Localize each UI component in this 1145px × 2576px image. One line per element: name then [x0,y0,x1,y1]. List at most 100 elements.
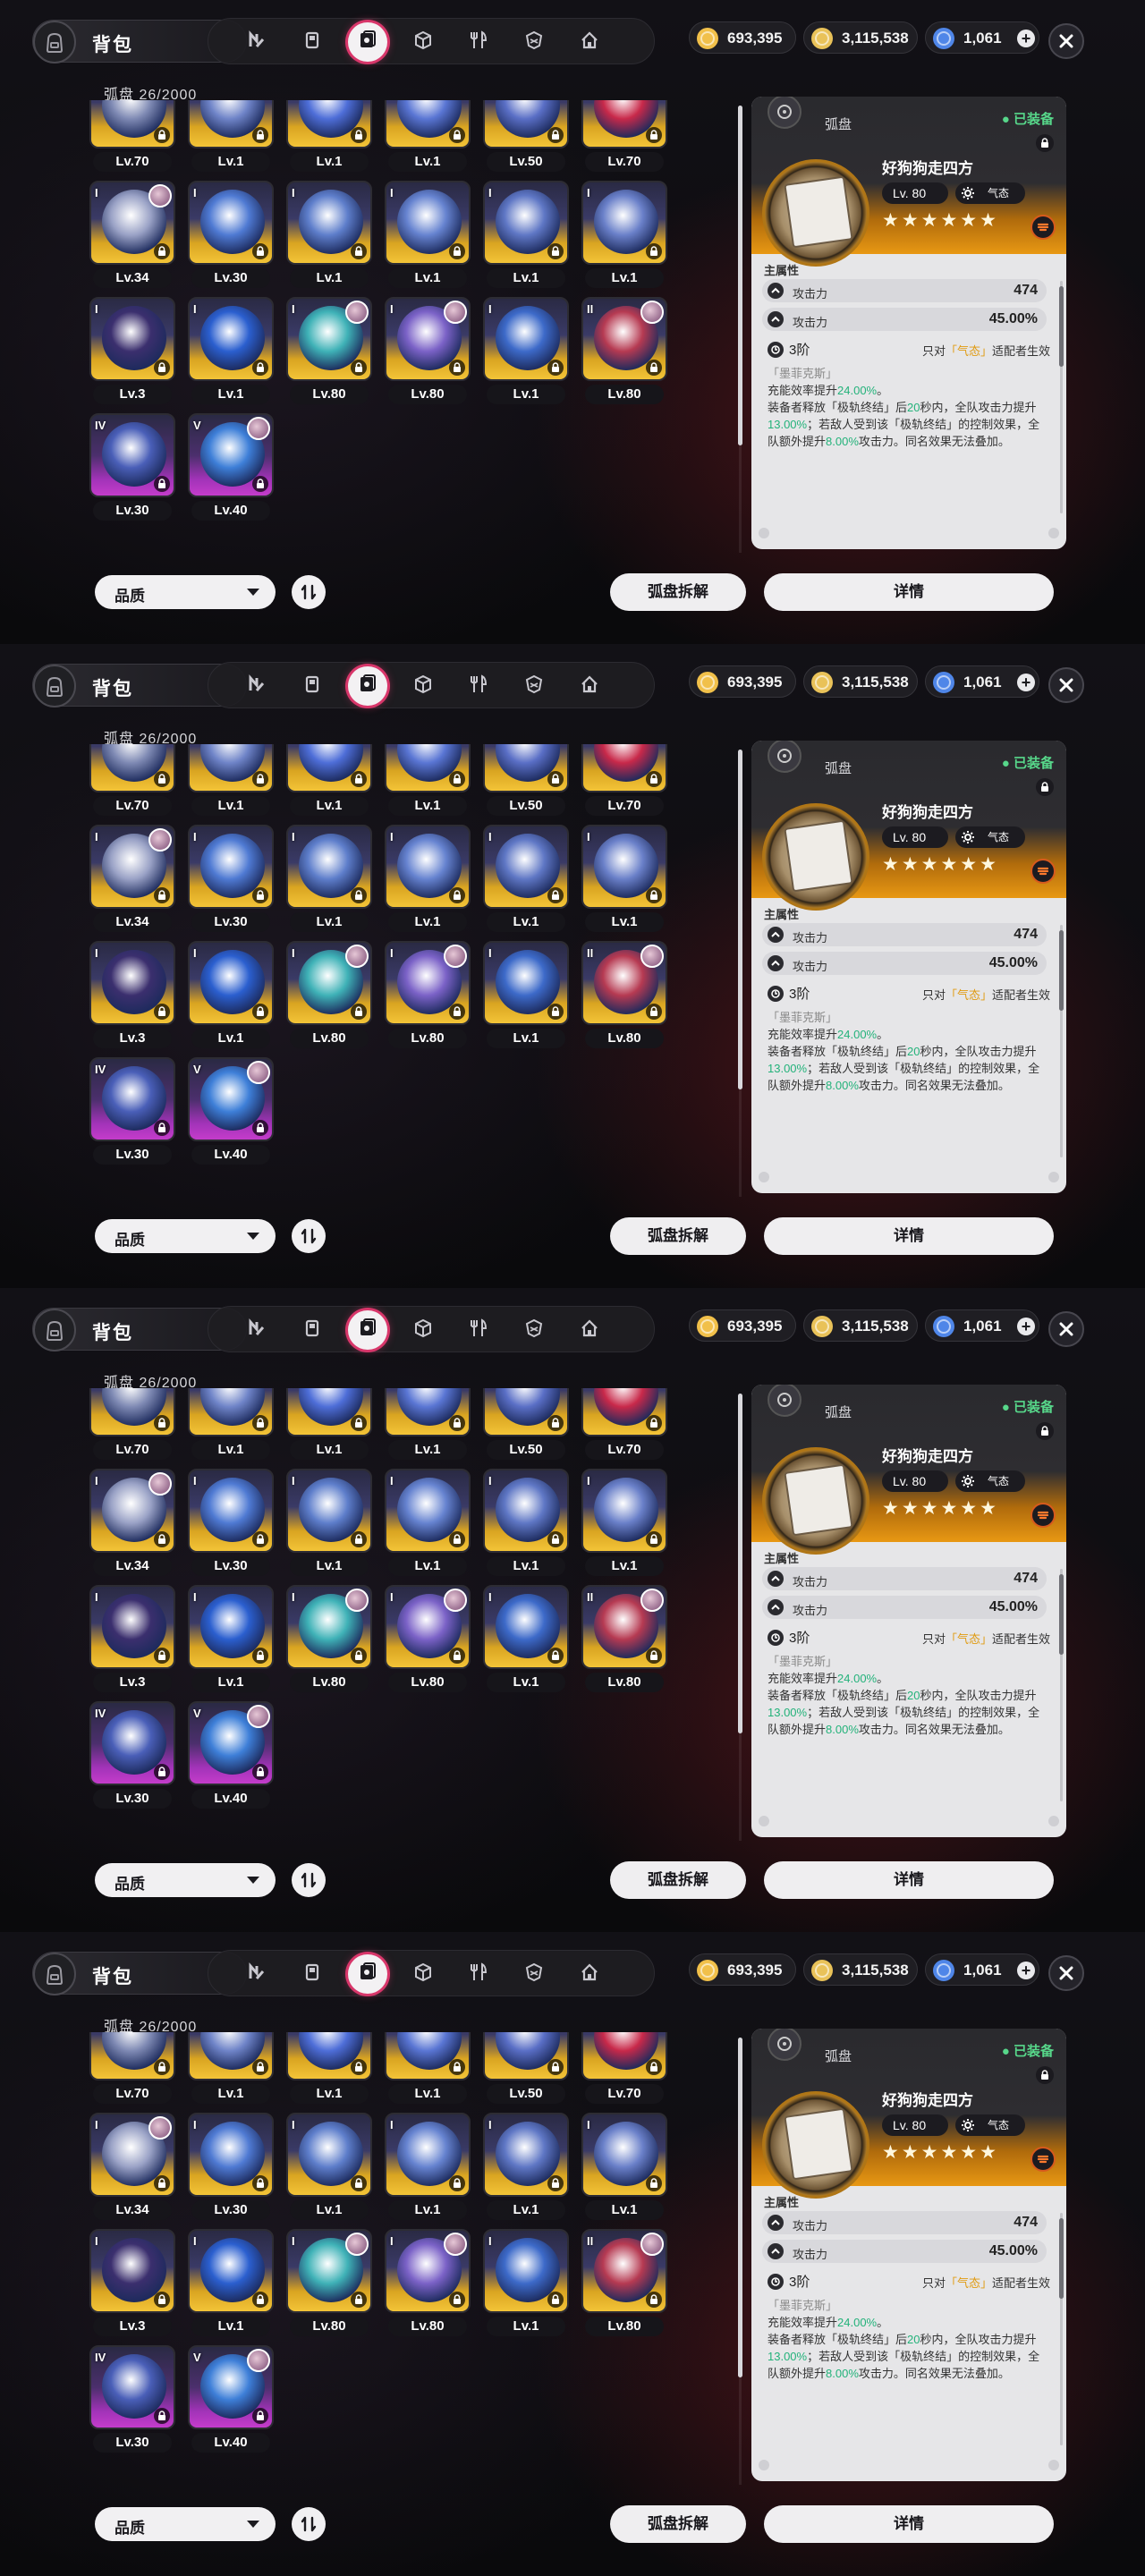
tab-home[interactable] [570,1954,609,1994]
disc-slot[interactable]: Lv.1 [385,1388,471,1462]
disc-slot[interactable]: Lv.1 [385,744,471,818]
tab-cube[interactable] [403,1954,443,1994]
disc-slot[interactable]: Lv.50 [483,100,569,174]
disc-slot[interactable]: I Lv.80 [385,2229,471,2338]
tab-device[interactable] [293,1310,332,1350]
disc-slot[interactable]: I Lv.34 [89,2113,175,2222]
disc-slot[interactable]: IV Lv.30 [89,413,175,522]
dismantle-button[interactable]: 弧盘拆解 [610,1861,746,1899]
sort-dropdown[interactable]: 品质 [95,1219,276,1253]
disc-slot[interactable]: I Lv.3 [89,297,175,406]
disc-slot[interactable]: Lv.1 [385,100,471,174]
disc-slot[interactable]: I Lv.1 [188,2229,274,2338]
disc-slot[interactable]: I Lv.1 [483,941,569,1050]
sort-dropdown[interactable]: 品质 [95,1863,276,1897]
disc-slot[interactable]: I Lv.1 [483,825,569,934]
lock-icon[interactable] [1036,1422,1054,1440]
plus-icon[interactable]: + [1017,1962,1035,1979]
disc-slot[interactable]: I Lv.1 [385,2113,471,2222]
tab-device[interactable] [293,666,332,706]
disc-slot[interactable]: I Lv.1 [483,2113,569,2222]
disc-slot[interactable]: I Lv.1 [385,181,471,290]
disc-slot[interactable]: Lv.70 [581,2032,667,2106]
details-button[interactable]: 详情 [764,573,1054,611]
disc-slot[interactable]: I Lv.1 [581,181,667,290]
disc-slot[interactable]: I Lv.1 [385,1469,471,1578]
tab-cube[interactable] [403,1310,443,1350]
plus-icon[interactable]: + [1017,674,1035,691]
disc-slot[interactable]: Lv.70 [581,100,667,174]
disc-slot[interactable]: I Lv.1 [286,181,372,290]
plus-icon[interactable]: + [1017,30,1035,47]
sort-order-button[interactable] [292,2507,326,2541]
disc-slot[interactable]: I Lv.3 [89,1585,175,1694]
disc-slot[interactable]: Lv.1 [385,2032,471,2106]
disc-slot[interactable]: Lv.50 [483,1388,569,1462]
tab-badge[interactable] [514,1310,554,1350]
disc-slot[interactable]: I Lv.3 [89,2229,175,2338]
disc-slot[interactable]: I Lv.30 [188,1469,274,1578]
tab-drive-disc-n[interactable] [237,666,276,706]
disc-slot[interactable]: V Lv.40 [188,2345,274,2454]
disc-slot[interactable]: I Lv.1 [483,1469,569,1578]
detail-scrollbar[interactable] [1059,930,1064,1011]
disc-slot[interactable]: I Lv.30 [188,181,274,290]
tab-utensils[interactable] [459,1954,498,1994]
tab-cube[interactable] [403,666,443,706]
disc-slot[interactable]: I Lv.1 [581,825,667,934]
tab-cube[interactable] [403,22,443,62]
grid-scrollbar[interactable] [738,2038,742,2377]
details-button[interactable]: 详情 [764,2505,1054,2543]
sort-order-button[interactable] [292,1219,326,1253]
disc-slot[interactable]: V Lv.40 [188,1057,274,1166]
disc-slot[interactable]: Lv.1 [286,744,372,818]
disc-slot[interactable]: I Lv.1 [188,297,274,406]
disc-slot[interactable]: I Lv.80 [286,2229,372,2338]
grid-scrollbar[interactable] [738,1394,742,1733]
disc-slot[interactable]: I Lv.80 [385,941,471,1050]
disc-slot[interactable]: Lv.1 [188,100,274,174]
disc-slot[interactable]: I Lv.1 [483,1585,569,1694]
dismantle-button[interactable]: 弧盘拆解 [610,573,746,611]
disc-slot[interactable]: I Lv.80 [385,1585,471,1694]
disc-slot[interactable]: Lv.1 [286,2032,372,2106]
tab-drive-disc-n[interactable] [237,1954,276,1994]
tab-badge[interactable] [514,1954,554,1994]
tab-disc[interactable] [348,1954,387,1994]
detail-scrollbar[interactable] [1059,286,1064,367]
sort-dropdown[interactable]: 品质 [95,2507,276,2541]
close-button[interactable] [1048,1955,1084,1991]
tab-utensils[interactable] [459,1310,498,1350]
disc-slot[interactable]: I Lv.1 [385,825,471,934]
sort-order-button[interactable] [292,1863,326,1897]
disc-slot[interactable]: I Lv.1 [286,2113,372,2222]
disc-slot[interactable]: I Lv.80 [385,297,471,406]
disc-slot[interactable]: I Lv.1 [483,181,569,290]
disc-slot[interactable]: Lv.1 [286,1388,372,1462]
disc-slot[interactable]: Lv.70 [89,2032,175,2106]
sort-order-button[interactable] [292,575,326,609]
disc-slot[interactable]: I Lv.1 [581,1469,667,1578]
tab-badge[interactable] [514,22,554,62]
sort-dropdown[interactable]: 品质 [95,575,276,609]
disc-slot[interactable]: Lv.50 [483,2032,569,2106]
disc-slot[interactable]: I Lv.1 [581,2113,667,2222]
grid-scrollbar[interactable] [738,750,742,1089]
lock-icon[interactable] [1036,134,1054,152]
tab-home[interactable] [570,1310,609,1350]
disc-slot[interactable]: I Lv.1 [286,825,372,934]
disc-slot[interactable]: II Lv.80 [581,2229,667,2338]
disc-slot[interactable]: V Lv.40 [188,413,274,522]
close-button[interactable] [1048,23,1084,59]
disc-slot[interactable]: I Lv.1 [483,297,569,406]
dismantle-button[interactable]: 弧盘拆解 [610,2505,746,2543]
disc-slot[interactable]: I Lv.80 [286,1585,372,1694]
disc-slot[interactable]: Lv.1 [286,100,372,174]
disc-slot[interactable]: II Lv.80 [581,1585,667,1694]
disc-slot[interactable]: Lv.50 [483,744,569,818]
disc-slot[interactable]: Lv.1 [188,2032,274,2106]
disc-slot[interactable]: Lv.70 [581,744,667,818]
disc-slot[interactable]: I Lv.30 [188,2113,274,2222]
disc-slot[interactable]: I Lv.1 [188,1585,274,1694]
disc-slot[interactable]: I Lv.1 [483,2229,569,2338]
